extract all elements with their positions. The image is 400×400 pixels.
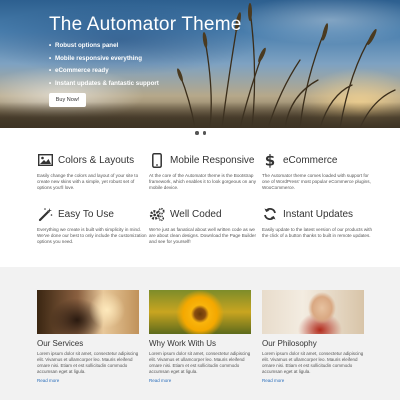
feature-well-coded: Well Coded We're just as fanatical about… [149, 206, 261, 246]
hero-feature-text: Instant updates & fantastic support [55, 79, 159, 87]
feature-description: Everything we create is built with simpl… [37, 227, 147, 245]
feature-title: Well Coded [170, 208, 222, 220]
hero-feature-text: Robust options panel [55, 42, 119, 49]
card-image[interactable] [262, 290, 364, 334]
read-more-link[interactable]: Read more [262, 378, 364, 383]
feature-description: At the core of the Automator theme is th… [149, 173, 256, 191]
card-image[interactable] [37, 290, 139, 334]
feature-description: Easily change the colors and layout of y… [37, 173, 139, 191]
mobile-icon [149, 152, 165, 168]
hero-feature-text: Mobile responsive everything [55, 54, 142, 62]
feature-colors-layouts: Colors & Layouts Easily change the color… [37, 152, 149, 192]
buy-now-button[interactable]: Buy Now! [49, 93, 86, 107]
card-text: Lorem ipsum dolor sit amet, consectetur … [149, 351, 251, 374]
hero-feature-list: • Robust options panel • Mobile responsive… [49, 40, 159, 90]
cogs-icon [149, 206, 165, 222]
feature-ecommerce: $ eCommerce The Automator theme comes lo… [262, 152, 374, 192]
hero-feature-item: • Instant updates & fantastic support [49, 79, 159, 87]
slider-dot[interactable] [202, 131, 206, 135]
svg-text:$: $ [265, 152, 275, 168]
feature-title: Colors & Layouts [58, 154, 135, 166]
feature-title: Mobile Responsive [170, 154, 255, 166]
feature-title: eCommerce [283, 154, 338, 166]
feature-description: The Automator theme comes loaded with su… [262, 173, 371, 191]
feature-title: Easy To Use [58, 208, 114, 220]
read-more-link[interactable]: Read more [37, 378, 139, 383]
refresh-icon [262, 206, 278, 222]
dollar-icon: $ [262, 152, 278, 168]
card-title: Our Philosophy [262, 339, 317, 348]
card-text: Lorem ipsum dolor sit amet, consectetur … [37, 351, 139, 374]
hero-feature-text: eCommerce ready [55, 67, 109, 75]
feature-mobile-responsive: Mobile Responsive At the core of the Aut… [149, 152, 261, 192]
picture-icon [37, 152, 53, 168]
feature-description: We're just as fanatical about well writt… [149, 227, 257, 245]
card-title: Our Services [37, 339, 84, 348]
feature-instant-updates: Instant Updates Easily update to the lat… [262, 206, 374, 239]
hero-feature-item: • Robust options panel [49, 42, 119, 49]
card-why-work-with-us: Why Work With Us Lorem ipsum dolor sit a… [149, 290, 251, 383]
card-our-services: Our Services Lorem ipsum dolor sit amet,… [37, 290, 139, 383]
slider-dot[interactable] [195, 131, 199, 135]
hero-feature-item: • Mobile responsive everything [49, 54, 142, 62]
feature-easy-to-use: Easy To Use Everything we create is buil… [37, 206, 149, 246]
card-text: Lorem ipsum dolor sit amet, consectetur … [262, 351, 364, 374]
card-title: Why Work With Us [149, 339, 216, 348]
hero-title: The Automator Theme [49, 14, 242, 35]
slider-pagination [195, 131, 206, 135]
magic-wand-icon [37, 206, 53, 222]
hero-slider: The Automator Theme • Robust options pane… [0, 0, 400, 128]
feature-title: Instant Updates [283, 208, 354, 220]
hero-feature-item: • eCommerce ready [49, 67, 109, 75]
card-our-philosophy: Our Philosophy Lorem ipsum dolor sit ame… [262, 290, 364, 383]
feature-description: Easily update to the latest version of o… [262, 227, 373, 239]
card-image[interactable] [149, 290, 251, 334]
read-more-link[interactable]: Read more [149, 378, 251, 383]
